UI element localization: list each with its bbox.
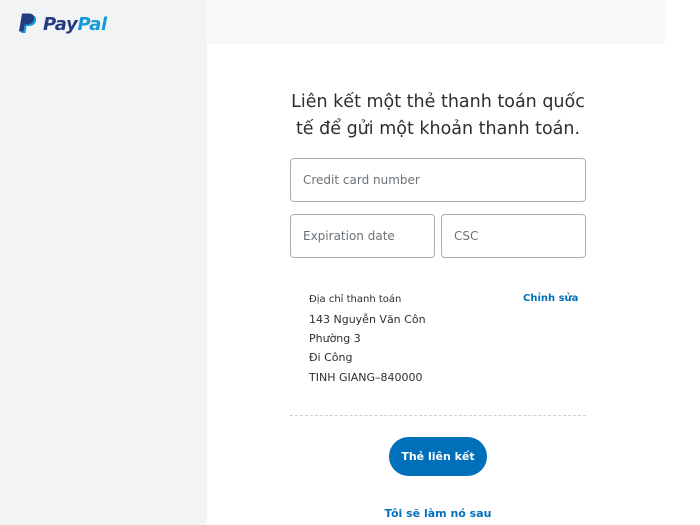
card-number-placeholder: Credit card number: [303, 173, 420, 187]
edit-address-link[interactable]: Chỉnh sửa: [523, 293, 578, 304]
section-divider: [290, 415, 586, 416]
address-line-street: 143 Nguyễn Văn Côn: [309, 313, 426, 326]
csc-placeholder: CSC: [454, 229, 479, 243]
address-line-district: Đi Công: [309, 351, 353, 364]
address-line-province: TINH GIANG–840000: [309, 371, 423, 384]
page-title: Liên kết một thẻ thanh toán quốc tế để g…: [290, 89, 586, 143]
card-number-field[interactable]: Credit card number: [290, 158, 586, 202]
left-sidebar: [0, 0, 207, 525]
logo-text-pay: Pay: [43, 14, 78, 35]
billing-address-title: Địa chỉ thanh toán: [309, 294, 402, 305]
logo-wordmark: PayPal: [43, 12, 107, 38]
csc-field[interactable]: CSC: [441, 214, 586, 258]
paypal-p-icon: [19, 13, 37, 33]
right-band: [665, 0, 700, 525]
top-band: [207, 0, 665, 44]
expiration-date-placeholder: Expiration date: [303, 229, 395, 243]
address-line-ward: Phường 3: [309, 332, 361, 345]
logo-text-pal: Pal: [77, 14, 107, 35]
page: PayPal Liên kết một thẻ thanh toán quốc …: [0, 0, 700, 525]
page-title-line2: tế để gửi một khoản thanh toán.: [295, 119, 581, 139]
paypal-logo[interactable]: PayPal: [18, 12, 107, 38]
link-card-button[interactable]: Thẻ liên kết: [389, 437, 487, 476]
expiration-date-field[interactable]: Expiration date: [290, 214, 435, 258]
do-later-link[interactable]: Tôi sẽ làm nó sau: [380, 507, 496, 520]
page-title-line1: Liên kết một thẻ thanh toán quốc: [291, 92, 585, 112]
link-card-button-label: Thẻ liên kết: [401, 450, 475, 463]
